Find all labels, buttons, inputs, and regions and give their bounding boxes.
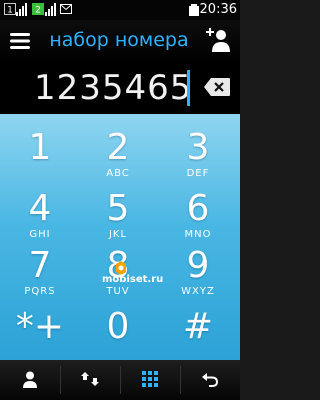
- backspace-icon[interactable]: [203, 76, 231, 98]
- key-star-plus[interactable]: *+: [0, 299, 80, 360]
- bottom-toolbar: [0, 360, 240, 400]
- signal-sim2-icon: [45, 3, 56, 16]
- number-display: 1235465: [0, 62, 240, 114]
- back-icon: [202, 373, 218, 387]
- key-digit: 6: [186, 188, 210, 229]
- call-log-button[interactable]: [60, 360, 120, 400]
- dialed-number: 1235465: [34, 68, 193, 108]
- page-title: набор номера: [49, 29, 189, 51]
- key-digit: 3: [186, 127, 210, 168]
- key-0[interactable]: 0: [78, 299, 158, 360]
- key-digit: 1: [28, 127, 52, 168]
- add-contact-icon[interactable]: [204, 25, 234, 55]
- call-log-icon: [81, 372, 99, 386]
- key-7[interactable]: 7 PQRS: [0, 238, 80, 299]
- key-3[interactable]: 3 DEF: [158, 120, 238, 181]
- key-digit: *+: [15, 306, 65, 347]
- contacts-icon: [23, 371, 37, 388]
- key-letters: ABC: [106, 168, 130, 179]
- sim1-indicator-icon: 1: [4, 3, 16, 15]
- key-letters: PQRS: [24, 286, 56, 297]
- key-digit: 0: [106, 306, 130, 347]
- battery-icon: [189, 4, 199, 16]
- key-digit: 4: [28, 188, 52, 229]
- key-digit: 5: [106, 188, 130, 229]
- key-letters: DEF: [186, 168, 210, 179]
- back-button[interactable]: [180, 360, 240, 400]
- watermark: mobiset.ru: [102, 260, 182, 290]
- sim1-label: 1: [7, 6, 13, 16]
- text-cursor: [187, 70, 190, 106]
- key-5[interactable]: 5 JKL: [78, 181, 158, 242]
- dial-keypad: 1 2 ABC 3 DEF 4 GHI 5 JKL 6 MNO 7 PQRS 8…: [0, 114, 240, 360]
- message-icon: [60, 4, 72, 14]
- key-hash[interactable]: #: [158, 299, 238, 360]
- clock-time: 20:36: [199, 2, 237, 17]
- status-bar: 1 2 20:36: [0, 0, 240, 20]
- dialpad-icon: [142, 371, 158, 387]
- key-1[interactable]: 1: [0, 120, 80, 181]
- sim2-indicator-icon: 2: [32, 3, 44, 15]
- key-6[interactable]: 6 MNO: [158, 181, 238, 242]
- header-bar: набор номера: [0, 20, 240, 62]
- menu-icon[interactable]: [9, 30, 31, 52]
- contacts-button[interactable]: [0, 360, 60, 400]
- dialpad-button[interactable]: [120, 360, 180, 400]
- key-digit: 7: [28, 245, 52, 286]
- watermark-text: mobiset.ru: [102, 274, 164, 285]
- signal-sim1-icon: [16, 3, 27, 16]
- key-4[interactable]: 4 GHI: [0, 181, 80, 242]
- key-digit: 2: [106, 127, 130, 168]
- sim2-label: 2: [35, 6, 41, 16]
- key-digit: #: [182, 306, 214, 347]
- key-2[interactable]: 2 ABC: [78, 120, 158, 181]
